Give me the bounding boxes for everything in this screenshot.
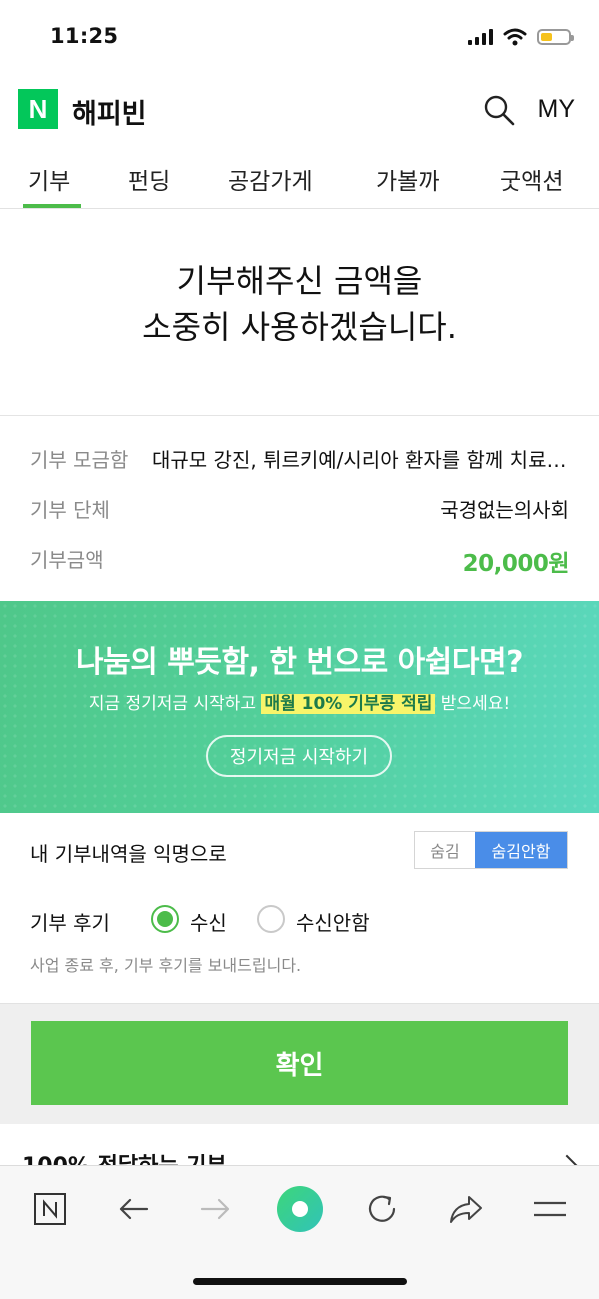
naver-logo[interactable]: N xyxy=(18,89,58,129)
amount-value: 20,000원 xyxy=(462,551,570,577)
decline-radio[interactable] xyxy=(257,905,285,933)
confirm-area: 확인 xyxy=(0,1003,599,1124)
signal-icon xyxy=(468,29,493,45)
confirm-button[interactable]: 확인 xyxy=(31,1021,568,1105)
divider xyxy=(0,415,599,416)
menu-icon[interactable] xyxy=(530,1189,570,1229)
banner-sub-after: 받으세요! xyxy=(435,694,511,714)
anonymous-label: 내 기부내역을 익명으로 xyxy=(30,842,227,866)
amount-label: 기부금액 xyxy=(30,548,104,572)
receive-radio[interactable] xyxy=(151,905,179,933)
campaign-value: 대규모 강진, 튀르키예/시리아 환자를 함께 치료해… xyxy=(152,448,572,472)
search-icon[interactable] xyxy=(483,94,515,126)
main-tabs: 기부 펀딩 공감가게 가볼까 굿액션 xyxy=(0,150,599,209)
review-hint: 사업 종료 후, 기부 후기를 보내드립니다. xyxy=(30,956,302,975)
tab-trip[interactable]: 가볼까 xyxy=(376,162,439,196)
review-label: 기부 후기 xyxy=(30,911,110,935)
back-arrow-icon[interactable] xyxy=(113,1189,153,1229)
tab-funding[interactable]: 펀딩 xyxy=(128,162,170,196)
section-title[interactable]: 100% 전달하는 기부 xyxy=(22,1148,227,1166)
show-option[interactable]: 숨김안함 xyxy=(475,832,567,868)
banner-sub-before: 지금 정기저금 시작하고 xyxy=(88,694,262,714)
receive-radio-label[interactable]: 수신 xyxy=(190,907,227,936)
organization-value: 국경없는의사회 xyxy=(440,498,569,522)
naver-home-icon[interactable] xyxy=(30,1189,70,1229)
anonymous-toggle: 숨김 숨김안함 xyxy=(414,831,568,869)
thanks-line-1: 기부해주신 금액을 xyxy=(176,262,423,300)
green-dot-icon[interactable] xyxy=(276,1185,324,1233)
banner-title: 나눔의 뿌듯함, 한 번으로 아쉽다면? xyxy=(76,645,523,680)
hide-option[interactable]: 숨김 xyxy=(415,832,475,868)
forward-arrow-icon[interactable] xyxy=(196,1189,236,1229)
banner-sub-highlight: 매월 10% 기부콩 적립 xyxy=(261,694,436,714)
browser-toolbar xyxy=(0,1165,599,1299)
banner-subtitle: 지금 정기저금 시작하고 매월 10% 기부콩 적립 받으세요! xyxy=(0,689,599,714)
battery-icon xyxy=(537,29,574,45)
home-indicator xyxy=(193,1278,407,1285)
decline-radio-label[interactable]: 수신안함 xyxy=(296,907,370,936)
organization-label: 기부 단체 xyxy=(30,498,110,522)
status-time: 11:25 xyxy=(50,24,119,48)
refresh-icon[interactable] xyxy=(362,1189,402,1229)
thanks-line-2: 소중히 사용하겠습니다. xyxy=(142,308,457,346)
tab-donation[interactable]: 기부 xyxy=(28,162,70,196)
tab-store[interactable]: 공감가게 xyxy=(228,162,313,196)
brand-title[interactable]: 해피빈 xyxy=(72,92,147,131)
campaign-label: 기부 모금함 xyxy=(30,448,129,472)
thanks-message: 기부해주신 금액을 소중히 사용하겠습니다. xyxy=(0,258,599,350)
tab-good-action[interactable]: 굿액션 xyxy=(500,162,563,196)
share-icon[interactable] xyxy=(446,1189,486,1229)
active-tab-indicator xyxy=(23,204,81,208)
my-page-link[interactable]: MY xyxy=(538,95,576,124)
status-icons xyxy=(468,26,574,48)
regular-savings-banner[interactable]: 나눔의 뿌듯함, 한 번으로 아쉽다면? 지금 정기저금 시작하고 매월 10%… xyxy=(0,601,599,813)
start-regular-savings-button[interactable]: 정기저금 시작하기 xyxy=(206,735,392,777)
wifi-icon xyxy=(503,28,527,46)
